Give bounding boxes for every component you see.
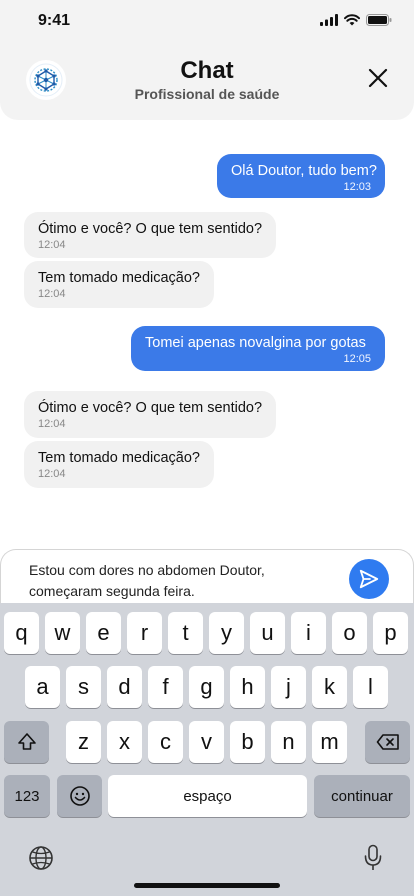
cellular-signal-icon — [320, 14, 338, 26]
numbers-key[interactable]: 123 — [4, 775, 50, 817]
message-bubble-outgoing[interactable]: Tomei apenas novalgina por gotas 12:05 — [131, 326, 385, 371]
key-u[interactable]: u — [250, 612, 285, 654]
message-time: 12:04 — [38, 288, 66, 300]
key-f[interactable]: f — [148, 666, 183, 708]
space-key[interactable]: espaço — [108, 775, 307, 817]
key-h[interactable]: h — [230, 666, 265, 708]
send-icon — [359, 569, 379, 589]
message-bubble-outgoing[interactable]: Olá Doutor, tudo bem? 12:03 — [217, 154, 385, 198]
page-title: Chat — [180, 57, 234, 84]
message-text: Olá Doutor, tudo bem? — [231, 163, 377, 179]
message-bubble-incoming[interactable]: Ótimo e você? O que tem sentido? 12:04 — [24, 212, 276, 258]
message-bubble-incoming[interactable]: Tem tomado medicação? 12:04 — [24, 261, 214, 308]
dictation-button[interactable] — [358, 842, 388, 874]
key-q[interactable]: q — [4, 612, 39, 654]
key-n[interactable]: n — [271, 721, 306, 763]
emoji-key[interactable] — [57, 775, 102, 817]
shift-icon — [17, 733, 36, 750]
key-s[interactable]: s — [66, 666, 101, 708]
battery-icon — [366, 14, 392, 26]
message-input[interactable]: Estou com dores no abdomen Doutor, começ… — [29, 560, 329, 602]
backspace-key[interactable] — [365, 721, 410, 763]
status-icons — [320, 14, 392, 26]
key-l[interactable]: l — [353, 666, 388, 708]
page-subtitle: Profissional de saúde — [134, 86, 280, 102]
message-input-line: Estou com dores no abdomen Doutor, — [29, 562, 265, 578]
key-m[interactable]: m — [312, 721, 347, 763]
key-g[interactable]: g — [189, 666, 224, 708]
key-w[interactable]: w — [45, 612, 80, 654]
shift-key[interactable] — [4, 721, 49, 763]
key-e[interactable]: e — [86, 612, 121, 654]
emoji-icon — [69, 786, 90, 806]
return-key[interactable]: continuar — [314, 775, 410, 817]
key-r[interactable]: r — [127, 612, 162, 654]
key-b[interactable]: b — [230, 721, 265, 763]
home-indicator — [134, 883, 280, 888]
microphone-icon — [364, 844, 382, 870]
message-text: Tem tomado medicação? — [38, 450, 200, 466]
send-button[interactable] — [349, 559, 389, 599]
key-i[interactable]: i — [291, 612, 326, 654]
key-o[interactable]: o — [332, 612, 367, 654]
message-text: Tomei apenas novalgina por gotas — [145, 335, 366, 351]
close-icon — [368, 68, 388, 88]
key-y[interactable]: y — [209, 612, 244, 654]
key-k[interactable]: k — [312, 666, 347, 708]
message-input-line: começaram segunda feira. — [29, 583, 195, 599]
message-time: 12:04 — [38, 239, 66, 251]
key-v[interactable]: v — [189, 721, 224, 763]
status-bar: 9:41 — [0, 0, 414, 44]
key-j[interactable]: j — [271, 666, 306, 708]
message-bubble-incoming[interactable]: Tem tomado medicação? 12:04 — [24, 441, 214, 488]
message-composer: Estou com dores no abdomen Doutor, começ… — [0, 549, 414, 609]
message-time: 12:04 — [38, 468, 66, 480]
key-d[interactable]: d — [107, 666, 142, 708]
key-x[interactable]: x — [107, 721, 142, 763]
globe-button[interactable] — [26, 843, 56, 873]
message-text: Ótimo e você? O que tem sentido? — [38, 400, 263, 416]
message-text: Tem tomado medicação? — [38, 270, 200, 286]
message-text: Ótimo e você? O que tem sentido? — [38, 221, 263, 237]
backspace-icon — [376, 734, 399, 750]
message-time: 12:03 — [343, 181, 371, 193]
key-p[interactable]: p — [373, 612, 408, 654]
key-z[interactable]: z — [66, 721, 101, 763]
message-time: 12:04 — [38, 418, 66, 430]
status-time: 9:41 — [38, 12, 71, 29]
wifi-icon — [344, 14, 360, 26]
key-c[interactable]: c — [148, 721, 183, 763]
key-a[interactable]: a — [25, 666, 60, 708]
onscreen-keyboard: q w e r t y u i o p a s d f g h j k l z … — [0, 603, 414, 896]
close-button[interactable] — [368, 68, 388, 88]
globe-icon — [29, 846, 53, 870]
message-time: 12:05 — [343, 353, 371, 365]
key-t[interactable]: t — [168, 612, 203, 654]
message-bubble-incoming[interactable]: Ótimo e você? O que tem sentido? 12:04 — [24, 391, 276, 438]
chat-header: 9:41 Chat Profissional de saúde — [0, 0, 414, 120]
